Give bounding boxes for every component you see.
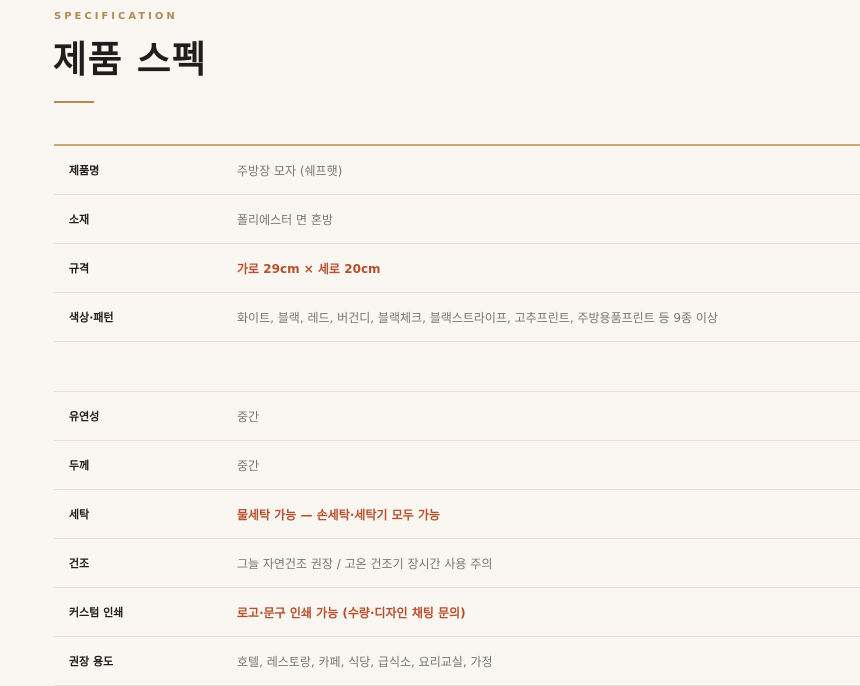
spec-table: 제품명 주방장 모자 (쉐프햇) 소재 폴리에스터 면 혼방 규격 가로 29c… — [54, 144, 860, 686]
spec-value-highlight: 가로 29cm × 세로 20cm — [237, 261, 381, 276]
spec-label: 소재 — [69, 213, 90, 226]
spec-row-washing: 세탁 물세탁 가능 — 손세탁·세탁기 모두 가능 — [54, 490, 860, 539]
spec-row-product-name: 제품명 주방장 모자 (쉐프햇) — [54, 146, 860, 195]
spec-label: 제품명 — [69, 164, 100, 177]
spec-value: 화이트, 블랙, 레드, 버건디, 블랙체크, 블랙스트라이프, 고추프린트, … — [237, 310, 718, 325]
spec-row-material: 소재 폴리에스터 면 혼방 — [54, 195, 860, 244]
spec-row-thickness: 두께 중간 — [54, 441, 860, 490]
spec-value-highlight: 물세탁 가능 — 손세탁·세탁기 모두 가능 — [237, 507, 441, 522]
spec-spacer-row — [54, 342, 860, 392]
spec-row-usage: 권장 용도 호텔, 레스토랑, 카페, 식당, 급식소, 요리교실, 가정 — [54, 637, 860, 686]
spec-row-flexibility: 유연성 중간 — [54, 392, 860, 441]
spec-label: 유연성 — [69, 410, 100, 423]
page-title: 제품 스펙 — [53, 38, 208, 81]
title-underline — [54, 101, 94, 103]
spec-value: 호텔, 레스토랑, 카페, 식당, 급식소, 요리교실, 가정 — [237, 654, 493, 669]
spec-label: 권장 용도 — [69, 655, 114, 668]
spec-value: 중간 — [237, 409, 260, 424]
spec-label: 커스텀 인쇄 — [69, 606, 124, 619]
spec-row-drying: 건조 그늘 자연건조 권장 / 고온 건조기 장시간 사용 주의 — [54, 539, 860, 588]
spec-row-colors: 색상·패턴 화이트, 블랙, 레드, 버건디, 블랙체크, 블랙스트라이프, 고… — [54, 293, 860, 342]
spec-value: 폴리에스터 면 혼방 — [237, 212, 333, 227]
spec-row-size: 규격 가로 29cm × 세로 20cm — [54, 244, 860, 293]
spec-label: 건조 — [69, 557, 90, 570]
spec-label: 색상·패턴 — [69, 311, 114, 324]
spec-label: 세탁 — [69, 508, 90, 521]
spec-value: 주방장 모자 (쉐프햇) — [237, 163, 343, 178]
spec-value: 그늘 자연건조 권장 / 고온 건조기 장시간 사용 주의 — [237, 556, 493, 571]
spec-row-custom-print: 커스텀 인쇄 로고·문구 인쇄 가능 (수량·디자인 채팅 문의) — [54, 588, 860, 637]
spec-label: 두께 — [69, 459, 90, 472]
spec-value: 중간 — [237, 458, 260, 473]
spec-label: 규격 — [69, 262, 90, 275]
eyebrow-label: SPECIFICATION — [54, 11, 178, 22]
spec-value-highlight: 로고·문구 인쇄 가능 (수량·디자인 채팅 문의) — [237, 605, 466, 620]
